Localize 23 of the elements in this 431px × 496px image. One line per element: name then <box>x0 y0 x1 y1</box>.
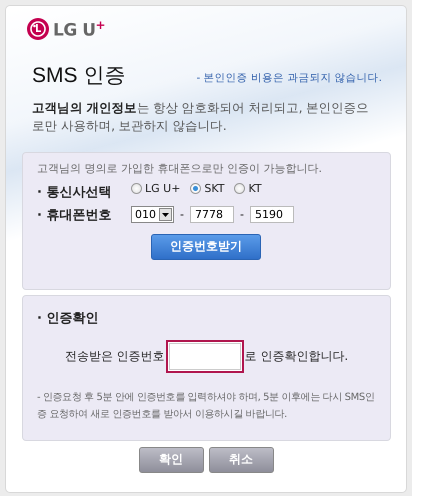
phone-field[interactable]: 5190 <box>250 206 294 224</box>
carrier-option[interactable]: SKT <box>190 182 224 196</box>
field-label: · 휴대폰번호 <box>37 206 112 224</box>
code-label: 로 인증확인합니다. <box>244 348 348 365</box>
code-field[interactable] <box>166 340 244 373</box>
carrier-option[interactable]: LG U+ <box>131 182 180 196</box>
logo-icon <box>27 18 49 40</box>
caret-icon <box>162 212 169 217</box>
fee-notice: - 본인인증 비용은 과금되지 않습니다. <box>196 70 382 85</box>
page-title: SMS 인증 <box>32 62 126 89</box>
phone-field[interactable]: 7778 <box>190 206 234 224</box>
panel-hint: 고객님의 명의로 가입한 휴대폰으로만 인증이 가능합니다. <box>37 160 323 176</box>
request-code-button[interactable]: 인증번호받기 <box>151 234 261 260</box>
carrier-option[interactable]: KT <box>234 182 262 196</box>
dash-separator: - <box>240 208 244 222</box>
brand-name: LG U$^{+}$ <box>53 18 106 41</box>
expiry-note: - 인증요청 후 5분 안에 인증번호를 입력하셔야 하며, 5분 이후에는 다시 SMS인증 요청하여 새로 인증번호를 받아서 이용하시길 바랍니다. <box>37 390 376 422</box>
dash-separator: - <box>180 208 184 222</box>
field-label: · 통신사선택 <box>37 184 112 201</box>
privacy-notice: 고객님의 개인정보는 항상 암호화되어 처리되고, 본인인증으로만 사용하며, 보관하지 않습니다. <box>32 98 370 135</box>
prefix-select[interactable]: 010 <box>131 206 174 224</box>
code-label: 전송받은 인증번호 <box>64 348 165 365</box>
section-heading: · 인증확인 <box>37 310 100 327</box>
